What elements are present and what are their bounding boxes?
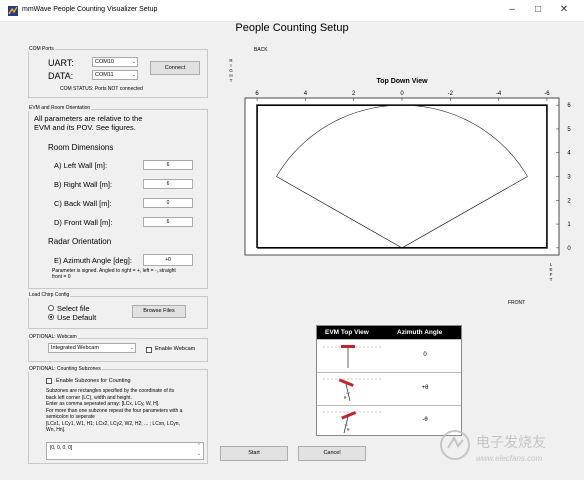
watermark: 电子发烧友 www.elecfans.com — [438, 428, 578, 474]
cancel-button[interactable]: Cancel — [298, 446, 366, 461]
left-wall-input[interactable]: 6 — [143, 160, 193, 170]
chevron-down-icon: ⌄ — [131, 72, 136, 78]
y-tick-label: 4 — [567, 151, 571, 157]
chevron-down-icon: ⌄ — [129, 345, 134, 351]
subzones-title: OPTIONAL: Counting Subzones — [28, 366, 102, 372]
chart-title: Top Down View — [376, 78, 428, 85]
evm-table-row: 0 — [317, 339, 461, 372]
subzones-desc-line: Wn, Hn]. — [46, 427, 66, 433]
y-tick-label: 1 — [567, 222, 571, 228]
evm-angled-right-icon: θ — [323, 378, 383, 402]
scroll-down-icon[interactable]: ⌄ — [197, 451, 201, 457]
room-dimensions-heading: Room Dimensions — [48, 143, 114, 152]
azimuth-positive-value: +θ — [421, 385, 429, 391]
back-label: BACK — [254, 47, 268, 53]
theta-symbol: θ — [347, 427, 350, 432]
webcam-device: Integrated Webcam — [51, 345, 99, 351]
back-wall-input[interactable]: 0 — [143, 198, 193, 208]
app-icon — [8, 6, 18, 16]
maximize-button[interactable]: □ — [528, 2, 548, 18]
azimuth-note: Parameter is signed. Angled to right = +… — [52, 268, 176, 280]
theta-symbol: θ — [344, 395, 347, 400]
window-title: mmWave People Counting Visualizer Setup — [22, 6, 158, 13]
azimuth-negative-value: -θ — [422, 417, 428, 423]
com-status: COM STATUS: Ports NOT connected — [60, 86, 143, 92]
use-default-radio[interactable] — [48, 314, 54, 320]
connect-button[interactable]: Connect — [150, 61, 200, 75]
uart-value: COM10 — [95, 59, 114, 65]
evm-table-row: θ +θ — [317, 372, 461, 405]
evm-angle-table: EVM Top View Azimuth Angle 0 θ +θ θ -θ — [316, 325, 462, 436]
data-label: DATA: — [48, 71, 74, 81]
subzones-input[interactable]: [0, 0, 0, 0] ⌃ ⌄ — [46, 442, 204, 460]
chirp-config-title: Load Chirp Config — [28, 292, 71, 298]
com-ports-title: COM Ports — [28, 46, 55, 52]
evm-straight-icon — [323, 345, 383, 368]
close-button[interactable]: ✕ — [554, 2, 574, 18]
data-port-value: COM11 — [95, 72, 114, 78]
select-file-radio[interactable] — [48, 305, 54, 311]
y-tick-label: 6 — [567, 103, 571, 109]
watermark-logo — [440, 430, 470, 460]
browse-files-button[interactable]: Browse Files — [132, 305, 186, 318]
evm-orientation-title: EVM and Room Orientation — [28, 105, 92, 111]
x-tick-label: 2 — [352, 91, 356, 97]
use-default-label: Use Default — [57, 313, 97, 322]
azimuth-label: E) Azimuth Angle [deg]: — [54, 256, 132, 265]
x-tick-label: -4 — [496, 91, 502, 97]
enable-webcam-label: Enable Webcam — [155, 346, 196, 352]
x-tick-label: -2 — [448, 91, 454, 97]
evm-top-view-header: EVM Top View — [325, 329, 369, 336]
left-wall-label: A) Left Wall [m]: — [54, 161, 108, 170]
watermark-brand: 电子发烧友 — [476, 435, 546, 451]
watermark-url: www.elecfans.com — [476, 454, 543, 463]
right-wall-input[interactable]: 6 — [143, 179, 193, 189]
uart-label: UART: — [48, 58, 74, 68]
front-wall-input[interactable]: 6 — [143, 217, 193, 227]
y-tick-label: 2 — [567, 198, 571, 204]
front-wall-label: D) Front Wall [m]: — [54, 218, 113, 227]
x-tick-label: 0 — [400, 91, 404, 97]
enable-webcam-checkbox[interactable] — [146, 347, 152, 353]
uart-select[interactable]: COM10 ⌄ — [92, 57, 138, 67]
y-tick-label: 3 — [567, 175, 571, 181]
y-tick-label: 0 — [567, 246, 571, 252]
x-tick-label: 4 — [304, 91, 308, 97]
azimuth-zero-value: 0 — [423, 352, 427, 358]
enable-subzones-checkbox[interactable] — [46, 378, 52, 384]
y-tick-label: 5 — [567, 127, 571, 133]
top-down-chart: Top Down View 6 4 2 0 -2 -4 -6 0 1 2 3 4 5 6 — [244, 78, 571, 256]
right-wall-label: B) Right Wall [m]: — [54, 180, 113, 189]
page-title: People Counting Setup — [235, 22, 349, 34]
webcam-select[interactable]: Integrated Webcam ⌄ — [48, 343, 136, 353]
evm-intro: All parameters are relative to the EVM a… — [34, 114, 143, 132]
x-tick-label: 6 — [255, 91, 259, 97]
subzones-description: Subzones are rectangles specified by the… — [46, 388, 206, 434]
minimize-button[interactable]: – — [502, 2, 522, 18]
azimuth-angle-header: Azimuth Angle — [397, 329, 443, 336]
left-letter: T — [549, 277, 553, 282]
data-port-select[interactable]: COM11 ⌄ — [92, 70, 138, 80]
chevron-down-icon: ⌄ — [131, 59, 136, 65]
front-label: FRONT — [508, 300, 526, 306]
enable-subzones-label: Enable Subzones for Counting — [56, 378, 131, 384]
azimuth-input[interactable]: +0 — [143, 254, 193, 266]
x-tick-label: -6 — [544, 91, 550, 97]
start-button[interactable]: Start — [220, 446, 288, 461]
webcam-title: OPTIONAL: Webcam — [28, 334, 78, 340]
scroll-up-icon[interactable]: ⌃ — [197, 443, 201, 449]
evm-angled-left-icon: θ — [323, 411, 383, 434]
left-side-label: L E F T — [548, 262, 554, 282]
radar-orientation-heading: Radar Orientation — [48, 237, 112, 246]
plot-axes-box — [244, 97, 560, 256]
subzones-value: [0, 0, 0, 0] — [50, 445, 73, 451]
evm-table-header: EVM Top View Azimuth Angle — [317, 326, 461, 339]
select-file-label: Select file — [57, 304, 90, 313]
back-wall-label: C) Back Wall [m]: — [54, 199, 112, 208]
